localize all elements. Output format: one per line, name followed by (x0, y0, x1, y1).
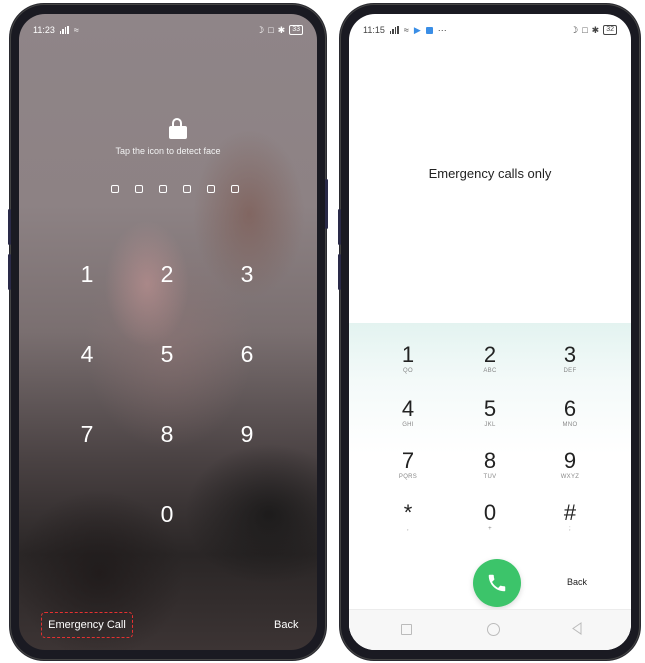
lock-icon[interactable] (169, 118, 187, 139)
vibrate-icon: □ (268, 25, 274, 35)
dial-key-1[interactable]: 1 QO (378, 344, 438, 375)
dial-key-hash[interactable]: #; (540, 502, 600, 533)
back-button[interactable]: Back (274, 619, 298, 631)
lock-key-2[interactable]: 2 (147, 254, 187, 294)
pin-dot (231, 185, 239, 193)
lock-screen: 11:23 ≈ ☽ □ ✱ 33 Tap the icon to detect … (19, 14, 317, 650)
status-bar: 11:15 ≈ ▶ ⋯ ☽ □ ✱ 32 (363, 22, 617, 38)
pin-dot (207, 185, 215, 193)
vibrate-icon: □ (582, 25, 588, 35)
power-button (325, 179, 328, 229)
play-icon: ▶ (413, 24, 421, 35)
dial-key-9[interactable]: 9 WXYZ (540, 450, 600, 481)
signal-icon (389, 26, 399, 34)
moon-icon: ☽ (256, 24, 265, 35)
pin-indicator (111, 185, 239, 193)
dial-key-4[interactable]: 4 GHI (378, 398, 438, 429)
dial-key-0[interactable]: 0 + (460, 502, 520, 533)
status-time: 11:15 (363, 25, 385, 35)
side-button (8, 209, 11, 245)
lock-key-8[interactable]: 8 (147, 414, 187, 454)
dial-key-5[interactable]: 5 JKL (460, 398, 520, 429)
dial-key-7[interactable]: 7 PQRS (378, 450, 438, 481)
back-button[interactable]: Back (567, 577, 587, 587)
lock-key-1[interactable]: 1 (67, 254, 107, 294)
moon-icon: ☽ (570, 24, 579, 35)
dial-key-3[interactable]: 3 DEF (540, 344, 600, 375)
lock-key-5[interactable]: 5 (147, 334, 187, 374)
call-button[interactable] (473, 559, 521, 607)
pin-dot (111, 185, 119, 193)
dial-key-star[interactable]: *, (378, 502, 438, 533)
face-detect-hint: Tap the icon to detect face (115, 146, 221, 156)
battery-icon: 33 (289, 25, 303, 35)
dial-key-6[interactable]: 6 MNO (540, 398, 600, 429)
lock-key-3[interactable]: 3 (227, 254, 267, 294)
lock-key-9[interactable]: 9 (227, 414, 267, 454)
side-button (338, 254, 341, 290)
lock-key-7[interactable]: 7 (67, 414, 107, 454)
wifi-icon: ≈ (403, 25, 409, 35)
side-button (8, 254, 11, 290)
more-notifications-icon: ⋯ (437, 24, 447, 35)
emergency-call-button[interactable]: Emergency Call (41, 612, 133, 638)
pin-dot (159, 185, 167, 193)
app-notification-icon (425, 26, 433, 34)
recent-apps-icon[interactable] (401, 624, 412, 635)
status-time: 11:23 (33, 25, 55, 35)
bluetooth-icon: ✱ (591, 24, 600, 35)
emergency-dialer-screen: 11:15 ≈ ▶ ⋯ ☽ □ ✱ 32 Emergency calls onl… (349, 14, 631, 650)
dialer-phone: 11:15 ≈ ▶ ⋯ ☽ □ ✱ 32 Emergency calls onl… (338, 4, 640, 660)
lock-screen-phone: 11:23 ≈ ☽ □ ✱ 33 Tap the icon to detect … (8, 4, 328, 660)
dial-key-2[interactable]: 2 ABC (460, 344, 520, 375)
home-icon[interactable] (487, 623, 500, 636)
back-nav-icon[interactable] (571, 622, 583, 635)
emergency-calls-only-label: Emergency calls only (428, 166, 552, 181)
navigation-bar (349, 609, 631, 650)
status-bar: 11:23 ≈ ☽ □ ✱ 33 (33, 22, 303, 38)
bluetooth-icon: ✱ (277, 24, 286, 35)
lock-key-4[interactable]: 4 (67, 334, 107, 374)
lock-key-6[interactable]: 6 (227, 334, 267, 374)
phone-icon (488, 574, 506, 592)
dial-key-8[interactable]: 8 TUV (460, 450, 520, 481)
signal-icon (59, 26, 69, 34)
wifi-icon: ≈ (73, 25, 79, 35)
lock-key-0[interactable]: 0 (147, 494, 187, 534)
side-button (338, 209, 341, 245)
battery-icon: 32 (603, 25, 617, 35)
pin-dot (183, 185, 191, 193)
pin-dot (135, 185, 143, 193)
